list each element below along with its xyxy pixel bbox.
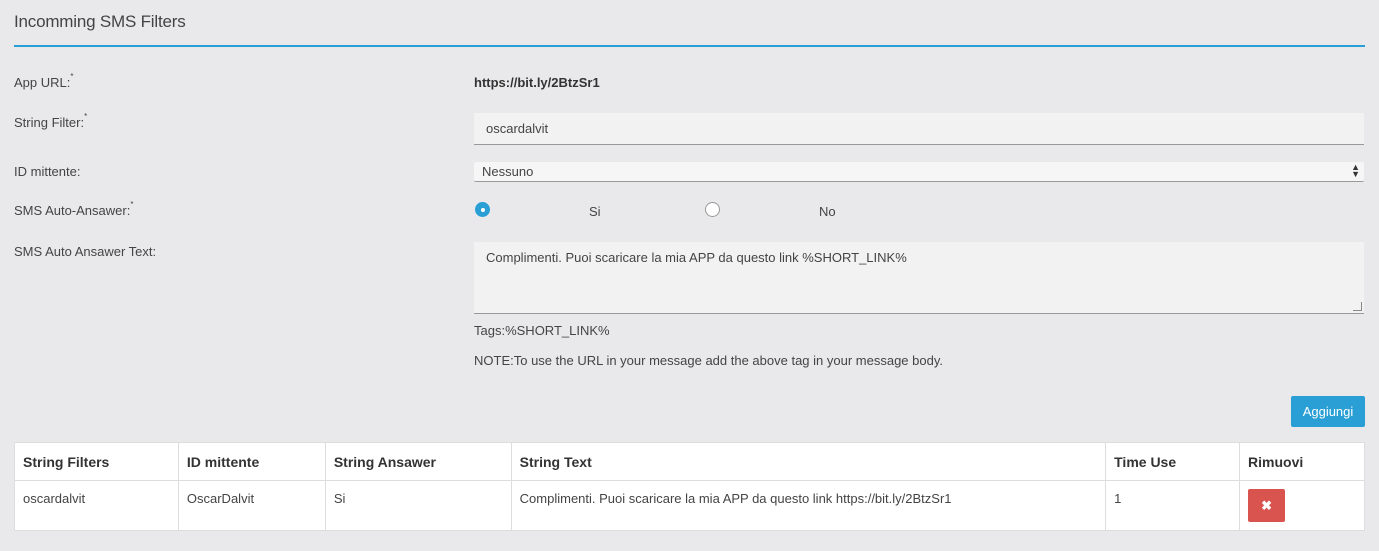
required-mark: * (70, 72, 74, 81)
column-header-string-text: String Text (510, 442, 1107, 481)
auto-answer-label-text: SMS Auto-Ansawer: (14, 203, 131, 218)
auto-answer-no-radio[interactable] (705, 202, 720, 217)
select-arrows-icon: ▲ ▼ (1351, 162, 1360, 179)
column-header-time-use: Time Use (1105, 442, 1241, 481)
required-mark: * (130, 200, 134, 209)
cell-time-use: 1 (1105, 480, 1241, 531)
table-header-row: String Filters ID mittente String Ansawe… (14, 442, 1365, 481)
cell-sender-id: OscarDalvit (177, 480, 326, 531)
add-button[interactable]: Aggiungi (1291, 396, 1365, 427)
page-header: Incomming SMS Filters (14, 0, 1365, 47)
app-url-label-text: App URL: (14, 75, 71, 90)
sender-id-selected-value: Nessuno (482, 164, 534, 179)
tags-hint: Tags:%SHORT_LINK% (474, 323, 610, 338)
cell-string-filter: oscardalvit (14, 480, 179, 531)
auto-answer-yes-radio[interactable] (475, 202, 490, 217)
cell-string-answer: Si (324, 480, 512, 531)
page-title: Incomming SMS Filters (14, 12, 186, 31)
column-header-remove: Rimuovi (1239, 442, 1365, 481)
note-hint: NOTE:To use the URL in your message add … (474, 353, 943, 368)
resize-grip-icon[interactable] (1353, 302, 1362, 311)
string-filter-label: String Filter:* (14, 112, 88, 130)
cell-string-text: Complimenti. Puoi scaricare la mia APP d… (510, 480, 1107, 531)
column-header-string-filters: String Filters (14, 442, 179, 481)
filters-table: String Filters ID mittente String Ansawe… (14, 442, 1365, 531)
column-header-sender-id: ID mittente (177, 442, 326, 481)
string-filter-label-text: String Filter: (14, 115, 85, 130)
auto-answer-text-value: Complimenti. Puoi scaricare la mia APP d… (486, 250, 907, 265)
string-filter-input[interactable]: oscardalvit (474, 113, 1364, 145)
column-header-string-answer: String Ansawer (324, 442, 512, 481)
auto-answer-textarea[interactable]: Complimenti. Puoi scaricare la mia APP d… (474, 242, 1364, 314)
sender-id-label: ID mittente: (14, 164, 81, 179)
table-row: oscardalvit OscarDalvit Si Complimenti. … (14, 480, 1365, 531)
auto-answer-text-label: SMS Auto Ansawer Text: (14, 244, 157, 259)
auto-answer-label: SMS Auto-Ansawer:* (14, 200, 134, 218)
close-icon: ✖ (1261, 497, 1272, 513)
sender-id-select[interactable]: Nessuno ▲ ▼ (474, 162, 1364, 182)
auto-answer-yes-label: Si (589, 204, 601, 219)
app-url-value: https://bit.ly/2BtzSr1 (474, 75, 600, 90)
remove-button[interactable]: ✖ (1248, 489, 1286, 522)
app-url-label: App URL:* (14, 72, 74, 90)
required-mark: * (84, 112, 88, 121)
auto-answer-no-label: No (819, 204, 836, 219)
cell-remove: ✖ (1239, 480, 1365, 531)
